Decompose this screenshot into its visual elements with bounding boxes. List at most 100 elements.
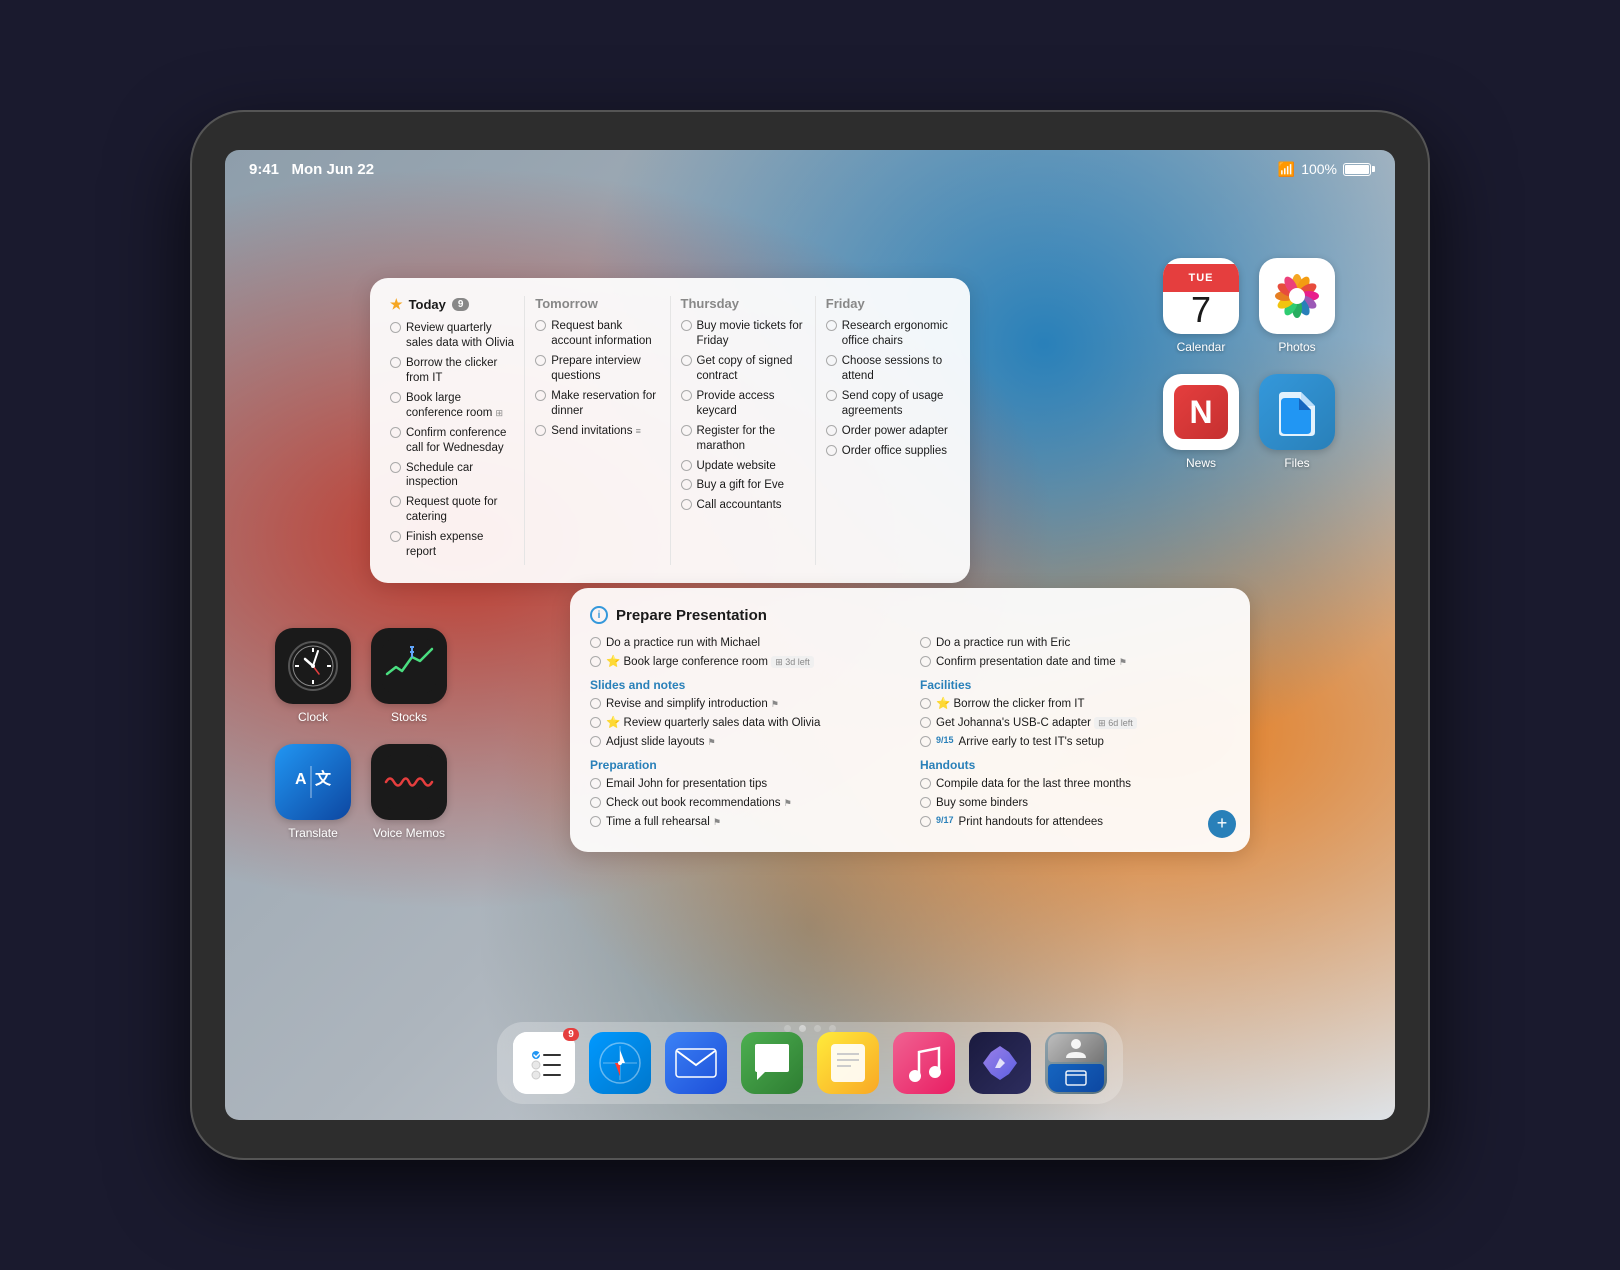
pres-circle: [590, 778, 601, 789]
news-app[interactable]: N News: [1163, 374, 1239, 470]
pres-circle: [590, 698, 601, 709]
photos-icon: [1259, 258, 1335, 334]
task-circle: [681, 320, 692, 331]
task-text: Buy a gift for Eve: [697, 478, 785, 493]
task-text: Send copy of usage agreements: [842, 389, 950, 419]
dock-cardhop[interactable]: [1045, 1032, 1107, 1094]
dock-shortcuts[interactable]: [969, 1032, 1031, 1094]
info-icon: i: [590, 606, 608, 624]
tomorrow-column: Tomorrow Request bank account informatio…: [535, 296, 670, 565]
task-item: Research ergonomic office chairs: [826, 319, 950, 349]
dock-music[interactable]: [893, 1032, 955, 1094]
presentation-title: Prepare Presentation: [616, 607, 767, 624]
slides-section-title: Slides and notes: [590, 678, 900, 692]
task-text: Arrive early to test IT's setup: [959, 735, 1104, 750]
news-label: News: [1186, 456, 1216, 470]
photos-app[interactable]: Photos: [1259, 258, 1335, 354]
pres-circle: [920, 717, 931, 728]
pres-task: Confirm presentation date and time ⚑: [920, 655, 1230, 670]
pres-task: Get Johanna's USB-C adapter ⊞ 6d left: [920, 716, 1230, 731]
svg-text:文: 文: [315, 769, 332, 788]
task-text: Send invitations ≡: [551, 424, 641, 439]
voicememos-app[interactable]: Voice Memos: [371, 744, 447, 840]
photos-label: Photos: [1278, 340, 1315, 354]
task-text: Book large conference room ⊞: [406, 391, 514, 421]
translate-app[interactable]: A 文 Translate: [275, 744, 351, 840]
task-circle: [681, 479, 692, 490]
task-circle: [681, 425, 692, 436]
clock-app[interactable]: Clock: [275, 628, 351, 724]
bottom-left-apps: Clock Stocks: [275, 628, 447, 840]
task-circle: [826, 425, 837, 436]
task-text: Get copy of signed contract: [697, 354, 805, 384]
task-item: Order power adapter: [826, 424, 950, 439]
pres-circle: [590, 736, 601, 747]
task-text: Research ergonomic office chairs: [842, 319, 950, 349]
dock-messages[interactable]: [741, 1032, 803, 1094]
task-circle: [681, 390, 692, 401]
task-item: Send copy of usage agreements: [826, 389, 950, 419]
svg-text:A: A: [295, 771, 307, 788]
news-n-shape: N: [1174, 385, 1228, 439]
task-text: Do a practice run with Michael: [606, 636, 760, 651]
dock-safari[interactable]: [589, 1032, 651, 1094]
stocks-label: Stocks: [391, 710, 427, 724]
reminders-badge: 9: [563, 1028, 579, 1041]
task-text: Update website: [697, 459, 776, 474]
presentation-widget[interactable]: i Prepare Presentation Do a practice run…: [570, 588, 1250, 852]
calendar-app[interactable]: TUE 7 Calendar: [1163, 258, 1239, 354]
top-right-app-grid: TUE 7 Calendar: [1163, 258, 1335, 470]
task-item: Call accountants: [681, 498, 805, 513]
pres-task: Revise and simplify introduction ⚑: [590, 697, 900, 712]
pres-task: Check out book recommendations ⚑: [590, 796, 900, 811]
pres-task: Email John for presentation tips: [590, 777, 900, 792]
task-circle: [681, 460, 692, 471]
reminders-widget[interactable]: ★ Today 9 Review quarterly sales data wi…: [370, 278, 970, 583]
task-text: Provide access keycard: [697, 389, 805, 419]
pres-task: Buy some binders: [920, 796, 1230, 811]
task-text: ⭐ Book large conference room ⊞ 3d left: [606, 655, 814, 670]
facilities-section-title: Facilities: [920, 678, 1230, 692]
task-text: Call accountants: [697, 498, 782, 513]
status-time: 9:41 Mon Jun 22: [249, 161, 374, 178]
task-item: Update website: [681, 459, 805, 474]
dock: 9: [497, 1022, 1123, 1104]
pres-task: Adjust slide layouts ⚑: [590, 735, 900, 750]
pres-task: 9/15 Arrive early to test IT's setup: [920, 735, 1230, 750]
battery-percent: 100%: [1301, 161, 1337, 177]
today-title: ★ Today 9: [390, 296, 514, 313]
add-task-button[interactable]: +: [1208, 810, 1236, 838]
task-text: Borrow the clicker from IT: [406, 356, 514, 386]
task-circle: [535, 355, 546, 366]
task-text: Choose sessions to attend: [842, 354, 950, 384]
task-item: Borrow the clicker from IT: [390, 356, 514, 386]
task-date-tag: 9/17: [936, 815, 954, 827]
tomorrow-title: Tomorrow: [535, 296, 659, 311]
files-label: Files: [1284, 456, 1309, 470]
cal-date-number: 7: [1191, 292, 1211, 328]
files-app[interactable]: Files: [1259, 374, 1335, 470]
presentation-header: i Prepare Presentation: [590, 606, 1230, 624]
stocks-app[interactable]: Stocks: [371, 628, 447, 724]
dock-mail[interactable]: [665, 1032, 727, 1094]
task-circle: [826, 390, 837, 401]
task-text: Adjust slide layouts ⚑: [606, 735, 716, 750]
task-item: Request quote for catering: [390, 495, 514, 525]
presentation-body: Do a practice run with Michael ⭐ Book la…: [590, 636, 1230, 834]
thursday-title: Thursday: [681, 296, 805, 311]
task-circle: [390, 531, 401, 542]
friday-title: Friday: [826, 296, 950, 311]
task-circle: [535, 390, 546, 401]
task-item: Provide access keycard: [681, 389, 805, 419]
task-circle: [390, 427, 401, 438]
task-item: Confirm conference call for Wednesday: [390, 426, 514, 456]
stocks-icon: [371, 628, 447, 704]
task-circle: [826, 355, 837, 366]
task-text: Time a full rehearsal ⚑: [606, 815, 721, 830]
dock-reminders[interactable]: 9: [513, 1032, 575, 1094]
preparation-section-title: Preparation: [590, 758, 900, 772]
pres-task: Do a practice run with Michael: [590, 636, 900, 651]
dock-notes[interactable]: [817, 1032, 879, 1094]
cal-day-label: TUE: [1163, 264, 1239, 292]
task-circle: [535, 425, 546, 436]
